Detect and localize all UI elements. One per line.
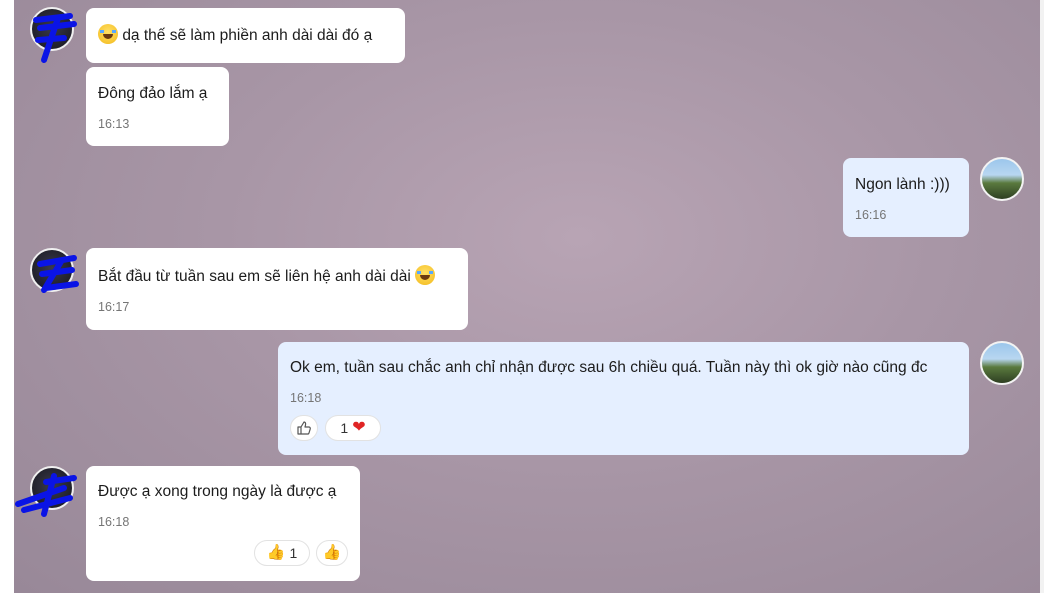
message-text: Bắt đầu từ tuần sau em sẽ liên hệ anh dà…	[98, 268, 411, 285]
user-avatar[interactable]	[980, 157, 1024, 201]
joy-emoji-icon	[415, 265, 436, 285]
reaction-count: 1	[289, 545, 298, 561]
add-reaction-button[interactable]	[290, 415, 318, 441]
joy-emoji-icon	[98, 24, 118, 44]
message-bubble-incoming[interactable]: Bắt đầu từ tuần sau em sẽ liên hệ anh dà…	[86, 248, 468, 330]
message-text: dạ thế sẽ làm phiền anh dài dài đó ạ	[122, 27, 373, 44]
message-timestamp: 16:17	[98, 300, 130, 314]
chat-area: dạ thế sẽ làm phiền anh dài dài đó ạ Đôn…	[14, 0, 1040, 593]
reaction-count: 1	[340, 420, 349, 436]
reaction-count-badge[interactable]: 1 ❤	[325, 415, 381, 441]
thumbs-up-icon: 👍	[322, 544, 342, 561]
heart-icon: ❤	[352, 419, 366, 436]
redaction-scribble	[33, 13, 77, 63]
message-timestamp: 16:13	[98, 117, 130, 131]
message-text: Được ạ xong trong ngày là được ạ	[98, 483, 337, 500]
message-text: Đông đảo lắm ạ	[98, 85, 208, 102]
message-bubble-incoming[interactable]: Được ạ xong trong ngày là được ạ 16:18 👍…	[86, 466, 360, 581]
add-reaction-button[interactable]: 👍	[316, 540, 348, 566]
redaction-scribble	[15, 473, 77, 517]
message-bubble-incoming[interactable]: dạ thế sẽ làm phiền anh dài dài đó ạ	[86, 8, 405, 63]
message-timestamp: 16:16	[855, 208, 887, 222]
message-timestamp: 16:18	[98, 515, 130, 529]
redaction-scribble	[37, 255, 79, 293]
reaction-count-badge[interactable]: 👍 1	[254, 540, 310, 566]
message-timestamp: 16:18	[290, 391, 322, 405]
message-bubble-incoming[interactable]: Đông đảo lắm ạ 16:13	[86, 67, 229, 146]
message-bubble-outgoing[interactable]: Ngon lành :))) 16:16	[843, 158, 969, 237]
message-text: Ngon lành :)))	[855, 176, 950, 193]
thumbs-up-outline-icon	[297, 421, 311, 435]
message-bubble-outgoing[interactable]: Ok em, tuần sau chắc anh chỉ nhận được s…	[278, 342, 969, 455]
message-text: Ok em, tuần sau chắc anh chỉ nhận được s…	[290, 359, 928, 376]
user-avatar[interactable]	[980, 341, 1024, 385]
scrollbar-track[interactable]	[1040, 0, 1044, 593]
thumbs-up-icon: 👍	[266, 544, 286, 561]
